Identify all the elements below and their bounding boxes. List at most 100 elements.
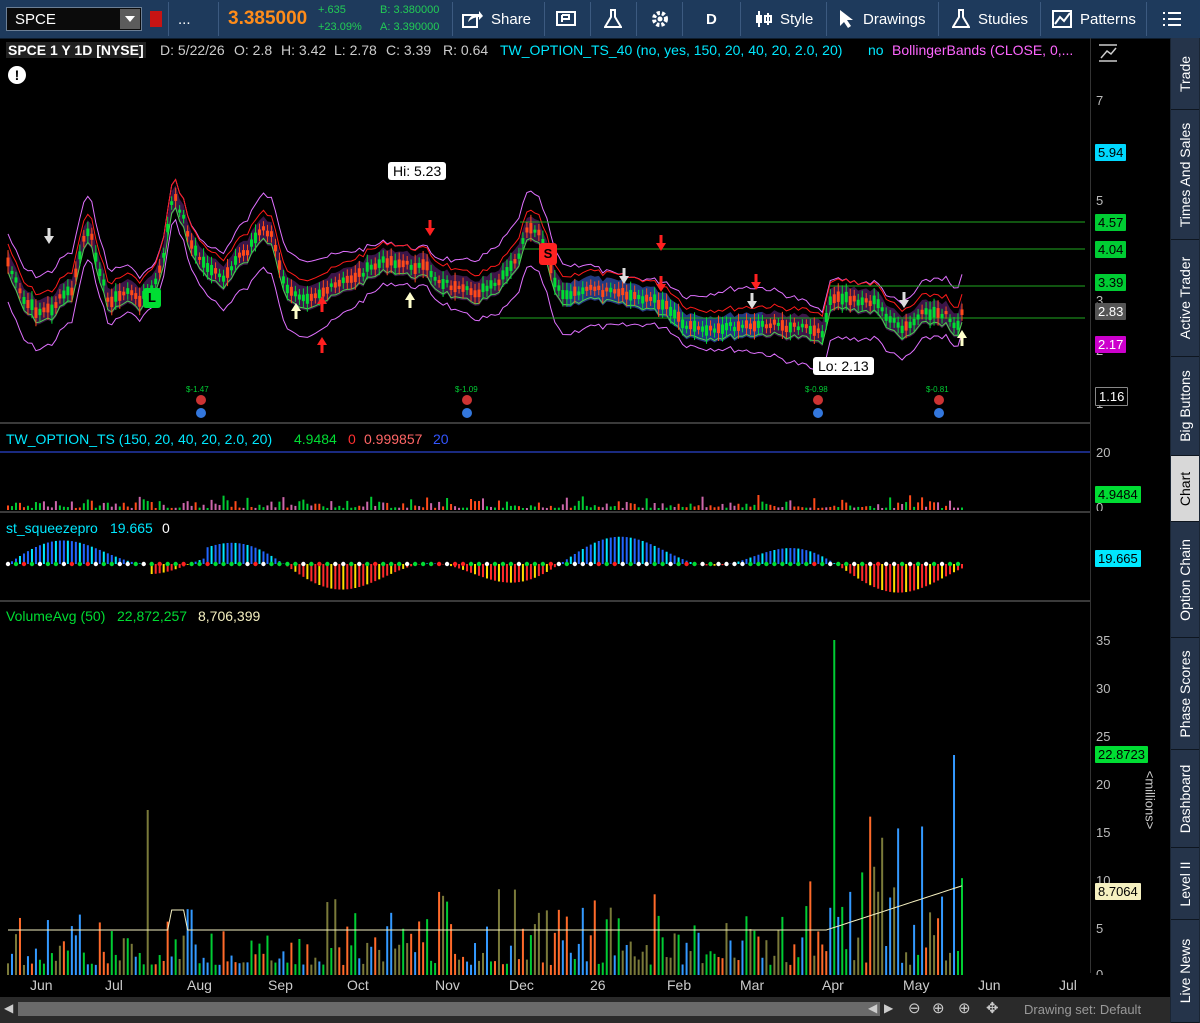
squeeze-dot <box>524 561 530 567</box>
tab-big-buttons[interactable]: Big Buttons <box>1171 357 1199 456</box>
squeeze-bar <box>937 564 940 581</box>
option-study-title[interactable]: TW_OPTION_TS (150, 20, 40, 20, 2.0, 20) <box>6 431 272 447</box>
tab-trade[interactable]: Trade <box>1171 38 1199 110</box>
tab-chart[interactable]: Chart <box>1171 456 1199 522</box>
signal-down-arrow <box>899 292 909 308</box>
squeeze-dot <box>109 561 114 567</box>
panel-divider[interactable] <box>0 511 1090 513</box>
squeeze-bar <box>354 564 357 589</box>
lab-button[interactable] <box>604 0 622 38</box>
squeeze-bar <box>378 564 381 580</box>
scrollbar-thumb[interactable] <box>18 1002 880 1016</box>
symbol-input[interactable]: SPCE <box>6 7 142 31</box>
tab-phase-scores[interactable]: Phase Scores <box>1171 638 1199 750</box>
volume-bar <box>482 952 485 975</box>
volume-bar <box>557 909 560 975</box>
tab-times-and-sales[interactable]: Times And Sales <box>1171 110 1199 240</box>
option-bar <box>414 505 417 510</box>
link-icon[interactable] <box>150 11 162 27</box>
option-bar <box>54 501 57 510</box>
option-bar <box>917 502 920 510</box>
tab-option-chain[interactable]: Option Chain <box>1171 522 1199 638</box>
more-button[interactable]: ... <box>178 0 208 38</box>
zoom-fit-icon[interactable]: ⊕ <box>958 999 971 1017</box>
tab-level-ii[interactable]: Level II <box>1171 848 1199 920</box>
chart-canvas[interactable] <box>0 38 1170 1023</box>
share-button[interactable]: Share <box>462 0 542 38</box>
volume-bar <box>426 919 429 975</box>
patterns-button[interactable]: Patterns <box>1052 0 1136 38</box>
volume-bar <box>230 955 233 975</box>
tab-active-trader[interactable]: Active Trader <box>1171 240 1199 357</box>
price-candle <box>481 283 485 293</box>
volume-bar <box>66 950 69 975</box>
squeeze-bar <box>42 543 45 564</box>
price-candle <box>6 257 10 267</box>
signal-up-arrow <box>405 292 415 308</box>
squeeze-bar <box>402 564 405 569</box>
option-bar <box>150 502 153 510</box>
volume-bar <box>146 810 149 975</box>
price-candle <box>621 288 625 296</box>
menu-button[interactable] <box>1162 0 1182 38</box>
option-bar <box>589 507 592 510</box>
scroll-left-small-icon[interactable]: ◀ <box>868 1001 877 1015</box>
price-candle <box>689 321 693 330</box>
price-candle <box>489 280 493 289</box>
volume-bar <box>953 755 956 975</box>
news-flag-button[interactable] <box>556 0 578 38</box>
squeeze-bar <box>621 536 624 564</box>
squeeze-bar <box>629 537 632 564</box>
price-candle <box>281 276 285 284</box>
zoom-in-icon[interactable]: ⊕ <box>932 999 945 1017</box>
squeeze-dot <box>708 561 713 567</box>
price-candle <box>238 252 242 258</box>
squeeze-bar <box>178 564 181 568</box>
dividend-icon <box>462 408 472 418</box>
price-candle <box>210 264 214 276</box>
option-bar <box>729 502 732 510</box>
pan-icon[interactable]: ✥ <box>986 999 999 1017</box>
price-candle <box>409 264 413 270</box>
zoom-out-icon[interactable]: ⊖ <box>908 999 921 1017</box>
drawing-set-label[interactable]: Drawing set: Default <box>1024 1002 1141 1017</box>
chevron-down-icon[interactable] <box>120 9 140 29</box>
scroll-right-icon[interactable]: ▶ <box>884 1001 893 1015</box>
aggregation-button[interactable]: D <box>706 0 717 38</box>
price-candle <box>329 283 333 287</box>
volume-bar <box>793 944 796 975</box>
squeeze-dot <box>532 561 538 567</box>
option-bar <box>653 503 656 510</box>
squeeze-bar <box>509 564 512 583</box>
settings-button[interactable] <box>650 0 670 38</box>
squeeze-dot <box>85 561 91 567</box>
option-bar <box>953 507 956 510</box>
studies-button[interactable]: Studies <box>952 0 1028 38</box>
main-toolbar: SPCE ... 3.385000 +.635 +23.09% B: 3.380… <box>0 0 1200 39</box>
drawings-button[interactable]: Drawings <box>838 0 926 38</box>
price-candle <box>876 299 880 309</box>
volume-avg-label: 8.7064 <box>1095 883 1141 900</box>
panel-divider[interactable] <box>0 600 1090 602</box>
option-bar <box>905 502 908 510</box>
tab-live-news[interactable]: Live News <box>1171 920 1199 1023</box>
option-bar <box>30 507 33 510</box>
horizontal-scrollbar[interactable]: ◀ ◀ ▶ ⊖ ⊕ ⊕ ✥ Drawing set: Default <box>0 997 1170 1023</box>
volume-study-title[interactable]: VolumeAvg (50) <box>6 608 105 624</box>
style-button[interactable]: Style <box>754 0 813 38</box>
tab-dashboard[interactable]: Dashboard <box>1171 750 1199 848</box>
squeeze-bar <box>857 564 860 579</box>
price-candle <box>74 268 78 278</box>
scroll-left-icon[interactable]: ◀ <box>4 1001 13 1015</box>
panel-divider[interactable] <box>0 422 1090 424</box>
squeeze-bar <box>605 538 608 564</box>
price-candle <box>740 324 744 328</box>
volume-bar <box>561 940 564 975</box>
squeeze-study-title[interactable]: st_squeezepro <box>6 520 98 536</box>
squeeze-value-2: 0 <box>162 520 170 536</box>
option-bar <box>601 507 604 510</box>
price-candle <box>641 296 645 304</box>
option-bar <box>785 501 788 510</box>
volume-bar <box>306 944 309 975</box>
option-bar <box>705 507 708 510</box>
